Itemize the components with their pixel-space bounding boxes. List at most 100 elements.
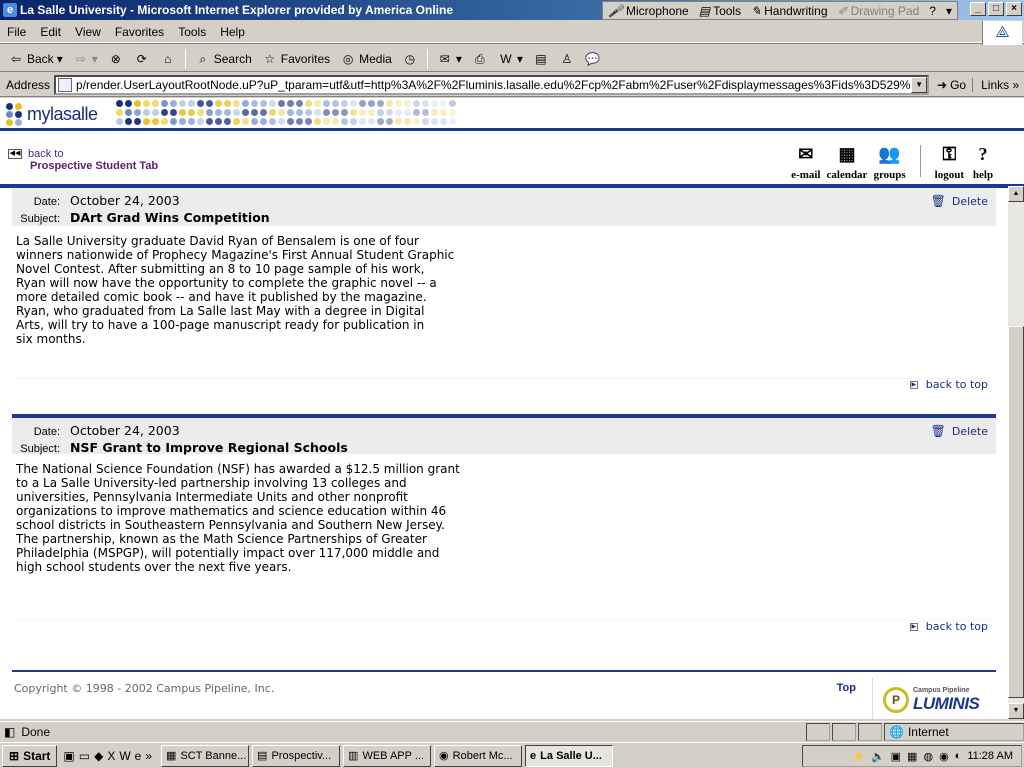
decor-dot <box>377 100 384 107</box>
edit-button[interactable]: W ▾ <box>494 48 527 70</box>
luminis-logo[interactable]: P Campus Pipeline LUMINIS <box>872 678 996 719</box>
mylasalle-logo[interactable]: mylasalle <box>6 100 102 128</box>
decor-dot <box>215 109 222 116</box>
decor-dot <box>224 109 231 116</box>
menu-view[interactable]: View <box>68 25 108 39</box>
close-button[interactable]: × <box>1006 2 1022 16</box>
quicklaunch-word-icon[interactable]: W <box>119 749 130 763</box>
research-icon: ♙ <box>561 51 573 66</box>
quicklaunch-more-icon[interactable]: » <box>145 749 152 763</box>
scroll-thumb[interactable] <box>1008 326 1024 698</box>
clock[interactable]: 11:28 AM <box>967 750 1013 762</box>
stop-button[interactable]: ⊗ <box>104 48 128 70</box>
nav-email[interactable]: ✉ e-mail <box>791 142 820 182</box>
forward-button[interactable]: ⇨ ▾ <box>69 48 102 70</box>
discuss-button[interactable]: ▤ <box>529 48 553 70</box>
task-prospective[interactable]: ▤ Prospectiv... <box>252 744 341 767</box>
tray-app-icon[interactable]: ◍ <box>923 750 933 763</box>
quicklaunch-desktop-icon[interactable]: ▭ <box>79 749 90 763</box>
delete-button[interactable]: 🗑 Delete <box>931 194 988 208</box>
drawing-pad-button[interactable]: ✐ Drawing Pad <box>833 2 925 19</box>
tray-antivirus-icon[interactable]: ◐ <box>955 750 962 762</box>
home-button[interactable]: ⌂ <box>156 48 180 70</box>
mail-button[interactable]: ✉ ▾ <box>433 48 466 70</box>
logout-icon: ⚿ <box>942 143 957 164</box>
research-button[interactable]: ♙ <box>555 48 579 70</box>
scroll-up-icon[interactable]: ▲ <box>1008 186 1024 202</box>
task-robert[interactable]: ◉ Robert Mc... <box>434 744 523 767</box>
menu-help[interactable]: Help <box>213 25 252 39</box>
decor-dot <box>170 118 177 125</box>
vertical-scrollbar[interactable]: ▲ ▼ <box>1008 186 1024 719</box>
task-sct-banner[interactable]: ▦ SCT Banne... <box>161 744 250 767</box>
quicklaunch-access-icon[interactable]: ◆ <box>94 749 103 763</box>
microphone-button[interactable]: 🎤 Microphone <box>603 2 694 19</box>
back-to-top-link[interactable]: ▶ back to top <box>909 620 988 633</box>
decor-dot <box>314 109 321 116</box>
media-button[interactable]: ◎ Media <box>336 48 396 70</box>
messenger-button[interactable]: 💬 <box>581 48 605 70</box>
menu-edit[interactable]: Edit <box>33 25 68 39</box>
back-dropdown-icon[interactable]: ▾ <box>57 52 63 66</box>
address-bar: Address p/render.UserLayoutRootNode.uP?u… <box>0 73 1024 97</box>
decor-dot <box>161 109 168 116</box>
langbar-menu-button[interactable]: ▾ <box>941 2 957 19</box>
langbar-help-button[interactable]: ? <box>924 2 941 19</box>
date-label: Date: <box>33 426 60 438</box>
nav-groups[interactable]: 👥 groups <box>873 142 905 182</box>
handwriting-button[interactable]: ✎ Handwriting <box>746 2 832 19</box>
nav-logout[interactable]: ⚿ logout <box>935 142 964 182</box>
print-icon: ⎙ <box>475 51 485 66</box>
delete-button[interactable]: 🗑 Delete <box>931 424 988 438</box>
address-label: Address <box>6 77 51 92</box>
maximize-button[interactable]: □ <box>988 2 1004 16</box>
ie-app-icon[interactable]: e <box>3 3 17 17</box>
quicklaunch-excel-icon[interactable]: X <box>107 749 115 763</box>
quicklaunch-outlook-icon[interactable]: ▣ <box>63 749 74 763</box>
scroll-down-icon[interactable]: ▼ <box>1008 703 1024 719</box>
mail-dropdown-icon[interactable]: ▾ <box>456 52 462 66</box>
print-button[interactable]: ⎙ <box>468 48 492 70</box>
tray-aim-icon[interactable]: ◉ <box>939 750 949 763</box>
task-la-salle[interactable]: e La Salle U... <box>525 744 614 767</box>
back-arrow-icon: ⇦ <box>10 51 22 66</box>
decor-dot <box>359 100 366 107</box>
menu-tools[interactable]: Tools <box>171 25 213 39</box>
refresh-button[interactable]: ⟳ <box>130 48 154 70</box>
forward-dropdown-icon[interactable]: ▾ <box>92 52 98 66</box>
messages-content: Date: October 24, 2003 Subject: DArt Grad … <box>0 188 1008 719</box>
tray-network-icon[interactable]: ▣ <box>891 750 901 763</box>
menu-file[interactable]: File <box>0 25 33 39</box>
decor-dot <box>332 109 339 116</box>
back-to-tab-link[interactable]: ◀◀ back to Prospective Student Tab <box>8 148 158 172</box>
quicklaunch-ie-icon[interactable]: e <box>135 749 142 763</box>
decor-dot <box>350 118 357 125</box>
nav-calendar[interactable]: ▦ calendar <box>827 142 868 182</box>
nav-help[interactable]: ? help <box>970 142 996 182</box>
address-dropdown-icon[interactable]: ▼ <box>911 76 928 93</box>
tray-volume-icon[interactable]: 🔈 <box>871 750 885 763</box>
page-icon <box>58 77 73 92</box>
menu-favorites[interactable]: Favorites <box>108 25 171 39</box>
decor-dot <box>224 100 231 107</box>
top-link[interactable]: Top <box>837 682 856 694</box>
task-web-app[interactable]: ▥ WEB APP ... <box>343 744 432 767</box>
favorites-button[interactable]: ☆ Favorites <box>258 48 334 70</box>
links-button[interactable]: Links » <box>972 77 1019 92</box>
edit-dropdown-icon[interactable]: ▾ <box>517 52 523 66</box>
go-arrow-icon: ➜ <box>937 77 948 92</box>
tray-calendar-icon[interactable]: ▦ <box>907 750 917 763</box>
trash-icon: 🗑 <box>930 424 946 438</box>
history-button[interactable]: ◷ <box>398 48 422 70</box>
start-button[interactable]: ⊞ Start <box>2 744 58 767</box>
site-header: mylasalle ◀◀ back to Prospective Student … <box>0 98 1024 188</box>
search-button[interactable]: ⌕ Search <box>191 48 256 70</box>
back-to-top-link[interactable]: ▶ back to top <box>909 378 988 391</box>
minimize-button[interactable]: _ <box>970 2 986 16</box>
decor-dot <box>422 118 429 125</box>
tools-button[interactable]: ▤ Tools <box>694 2 746 19</box>
address-input[interactable]: p/render.UserLayoutRootNode.uP?uP_tparam… <box>54 74 930 95</box>
tray-power-icon[interactable]: ⚡ <box>851 750 865 763</box>
go-button[interactable]: ➜ Go <box>929 78 972 92</box>
back-button[interactable]: ⇦ Back ▾ <box>4 48 67 70</box>
